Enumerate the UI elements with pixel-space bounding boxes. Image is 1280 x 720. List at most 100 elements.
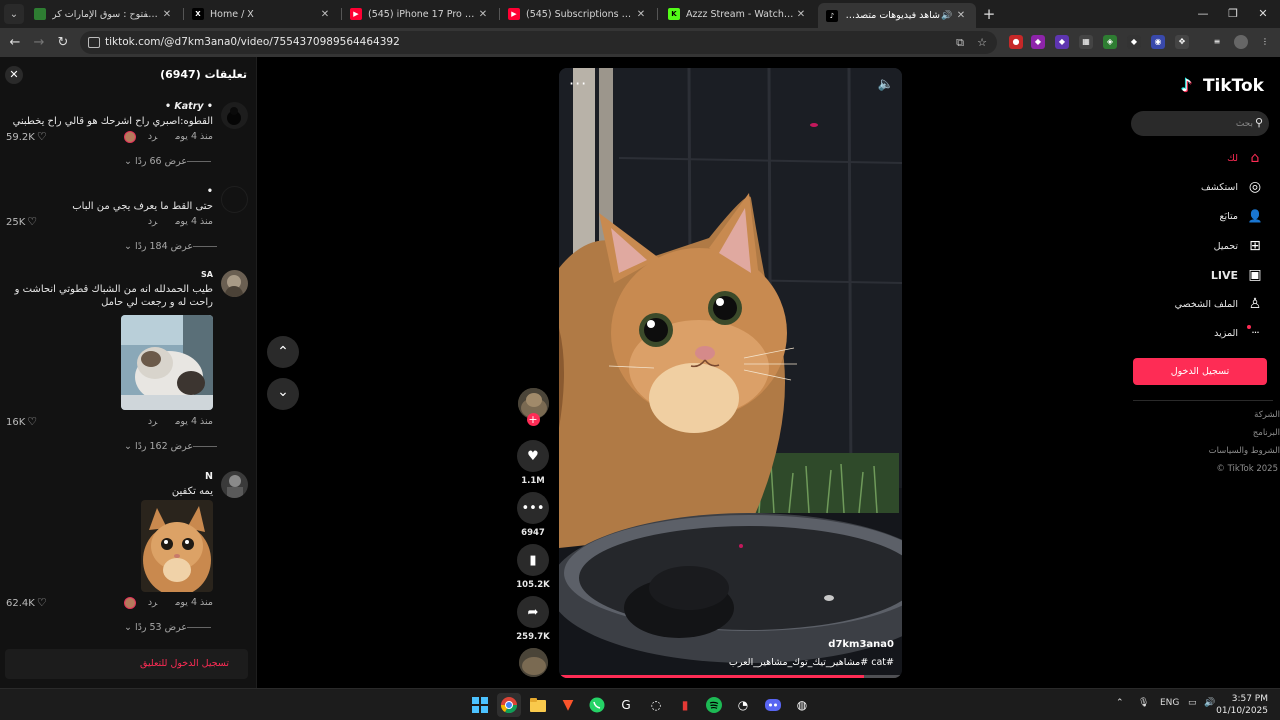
minimize-button[interactable]: — [1188, 4, 1218, 24]
music-disc-icon[interactable] [518, 648, 548, 677]
app-icon[interactable]: G [614, 693, 638, 717]
browser-tab-2[interactable]: X Home / X ✕ [184, 3, 340, 25]
comment-username[interactable]: SA [201, 270, 213, 279]
reply-button[interactable]: رد [148, 597, 157, 608]
close-icon[interactable]: ✕ [634, 9, 648, 20]
comment-image-cat[interactable] [121, 315, 213, 410]
site-info-icon[interactable] [88, 37, 100, 48]
comment-username[interactable]: N [205, 471, 213, 482]
whatsapp-icon[interactable] [585, 693, 609, 717]
nav-upload[interactable]: تحميل ⊞ [1214, 236, 1264, 256]
close-icon[interactable]: ✕ [954, 10, 968, 21]
search-bar[interactable]: ⚲ [1131, 111, 1269, 136]
browser-tab-1[interactable]: السوق المفتوح : سوق الإمارات كر ✕ [26, 3, 182, 25]
footer-terms-link[interactable]: الشروط والسياسات [1209, 446, 1280, 456]
login-button[interactable]: تسجيل الدخول [1133, 358, 1267, 385]
view-replies-button[interactable]: عرض 184 ردًا ⌄ [124, 241, 225, 252]
footer-program-link[interactable]: البرنامج [1253, 428, 1280, 438]
speaker-icon[interactable]: 🔊 [940, 11, 954, 21]
language-indicator[interactable]: ENG [1160, 698, 1179, 708]
system-clock[interactable]: 3:57 PM 01/10/2025 [1216, 693, 1268, 717]
browser-tab-5[interactable]: K Azzz Stream - Watch Live on Ki ✕ [660, 3, 816, 25]
extension-icon[interactable]: ◆ [1031, 35, 1045, 49]
view-replies-button[interactable]: عرض 162 ردًا ⌄ [124, 441, 225, 452]
save-action[interactable]: ▮ 105.2K [515, 544, 551, 590]
extension-icon[interactable]: ◉ [1151, 35, 1165, 49]
chrome-taskbar-icon[interactable] [497, 693, 521, 717]
music-disc[interactable] [515, 648, 551, 677]
new-tab-button[interactable]: + [980, 5, 998, 23]
nav-following[interactable]: متابَع 👤 [1219, 206, 1264, 226]
chevron-up-icon[interactable]: ⌃ [1116, 698, 1124, 708]
close-icon[interactable]: ✕ [794, 9, 808, 20]
comment-action[interactable]: ••• 6947 [515, 492, 551, 538]
microphone-icon[interactable]: 🎙 [1138, 698, 1149, 708]
nav-for-you[interactable]: لك ⌂ [1227, 148, 1264, 168]
video-caption[interactable]: #cat #مشاهير_تيك_توك_مشاهير_العرب [729, 657, 894, 668]
more-options-icon[interactable]: ··· [569, 74, 587, 93]
avatar[interactable] [221, 186, 248, 213]
video-progress-bar[interactable] [559, 675, 902, 678]
tab-search-button[interactable]: ⌄ [4, 4, 24, 24]
search-input[interactable] [1141, 116, 1253, 131]
bookmark-star-icon[interactable]: ☆ [974, 35, 990, 51]
app-icon[interactable]: ◍ [790, 693, 814, 717]
avatar[interactable] [221, 270, 248, 297]
comment-username[interactable]: • Katry • [165, 101, 213, 112]
previous-video-button[interactable]: ⌃ [267, 336, 299, 368]
reply-button[interactable]: رد [148, 216, 157, 227]
app-icon[interactable]: ▮ [673, 693, 697, 717]
search-icon[interactable]: ⚲ [1255, 116, 1263, 129]
comment-image-cat[interactable] [141, 500, 213, 592]
close-comments-button[interactable]: ✕ [5, 66, 23, 84]
like-button[interactable]: 25K ♡ [6, 215, 37, 228]
spotify-icon[interactable] [702, 693, 726, 717]
next-video-button[interactable]: ⌄ [267, 378, 299, 410]
nav-live[interactable]: LIVE ▣ [1211, 265, 1264, 285]
browser-tab-3[interactable]: ▶ (545) iPhone 17 Pro Scratch Ga ✕ [342, 3, 498, 25]
file-explorer-icon[interactable] [526, 693, 550, 717]
extension-icon[interactable]: ◆ [1055, 35, 1069, 49]
extension-icon[interactable]: ▦ [1079, 35, 1093, 49]
avatar[interactable] [221, 471, 248, 498]
bookmark-icon[interactable]: ▮ [517, 544, 549, 576]
close-window-button[interactable]: ✕ [1248, 4, 1278, 24]
close-icon[interactable]: ✕ [476, 9, 490, 20]
reading-list-icon[interactable]: ≡ [1210, 35, 1224, 49]
reply-button[interactable]: رد [148, 131, 157, 142]
nav-more[interactable]: المزيد ··· [1214, 323, 1264, 343]
reload-button[interactable]: ↻ [53, 33, 73, 53]
comment-bubble-icon[interactable]: ••• [517, 492, 549, 524]
cast-icon[interactable]: ⧉ [952, 35, 968, 51]
comment-login-bar[interactable]: تسجيل الدخول للتعليق [5, 649, 248, 679]
follow-plus-icon[interactable]: + [526, 413, 540, 426]
browser-tab-4[interactable]: ▶ (545) Subscriptions - YouTube ✕ [500, 3, 656, 25]
like-button[interactable]: 62.4K ♡ [6, 596, 47, 609]
volume-icon[interactable]: 🔈 [878, 77, 894, 92]
app-icon[interactable]: ◌ [644, 693, 668, 717]
monitor-icon[interactable]: ▭ [1188, 698, 1197, 708]
close-icon[interactable]: ✕ [318, 9, 332, 20]
reply-button[interactable]: رد [148, 416, 157, 427]
heart-icon[interactable]: ♥ [517, 440, 549, 472]
browser-tab-active[interactable]: ♪ شاهد فيديوهات متصدرة | ok 🔊 ✕ [818, 3, 976, 28]
restore-button[interactable]: ❐ [1218, 4, 1248, 24]
share-arrow-icon[interactable]: ➦ [517, 596, 549, 628]
tiktok-logo[interactable]: ♪ TikTok [1181, 76, 1264, 96]
app-icon[interactable]: ◔ [731, 693, 755, 717]
video-player[interactable]: ··· 🔈 d7km3ana0 #cat #مشاهير_تيك_توك_مشا… [559, 68, 902, 678]
avatar[interactable] [1234, 35, 1248, 49]
creator-follow[interactable]: + [515, 388, 551, 426]
close-icon[interactable]: ✕ [160, 9, 174, 20]
windows-start-icon[interactable] [468, 693, 492, 717]
share-action[interactable]: ➦ 259.7K [515, 596, 551, 642]
like-button[interactable]: 16K ♡ [6, 415, 37, 428]
url-text[interactable]: tiktok.com/@d7km3ana0/video/755437098956… [105, 36, 400, 48]
back-button[interactable]: ← [5, 33, 25, 53]
comment-login-link[interactable]: تسجيل الدخول للتعليق [140, 658, 229, 669]
view-replies-button[interactable]: عرض 66 ردًا ⌄ [124, 156, 219, 167]
address-bar[interactable]: tiktok.com/@d7km3ana0/video/755437098956… [80, 31, 997, 54]
footer-company-link[interactable]: الشركة [1254, 410, 1280, 420]
discord-icon[interactable] [761, 693, 785, 717]
like-action[interactable]: ♥ 1.1M [515, 440, 551, 486]
